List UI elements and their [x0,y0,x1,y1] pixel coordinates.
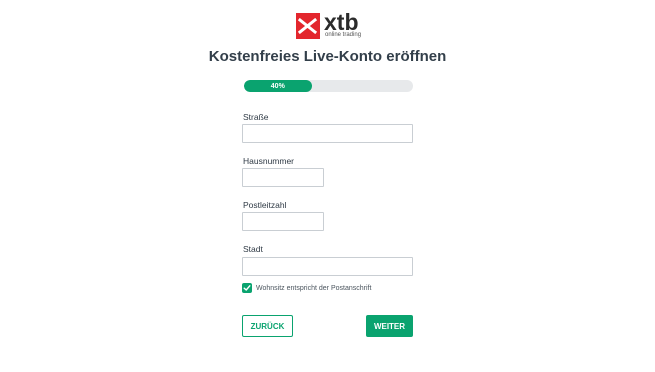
city-input[interactable] [242,257,413,276]
postcode-label: Postleitzahl [243,200,287,210]
progress-bar: 40% [244,80,413,92]
residence-checkbox-label[interactable]: Wohnsitz entspricht der Postanschrift [256,285,371,292]
checkmark-icon [243,285,251,291]
progress-percent: 40% [270,82,285,90]
logo-tagline: online trading [325,32,362,38]
xtb-logo: xtb online trading [296,9,362,39]
house-number-input[interactable] [242,168,324,187]
postcode-input[interactable] [242,212,324,231]
progress-fill: 40% [244,80,312,92]
street-label: Straße [243,112,269,122]
back-button[interactable]: ZURÜCK [242,315,293,337]
logo-mark-icon [296,13,320,39]
residence-checkbox[interactable] [242,283,252,293]
page-title: Kostenfreies Live-Konto eröffnen [208,48,447,65]
street-input[interactable] [242,124,413,143]
next-button[interactable]: WEITER [366,315,413,337]
house-number-label: Hausnummer [243,156,295,166]
residence-checkbox-row: Wohnsitz entspricht der Postanschrift [242,283,371,293]
city-label: Stadt [243,244,263,254]
